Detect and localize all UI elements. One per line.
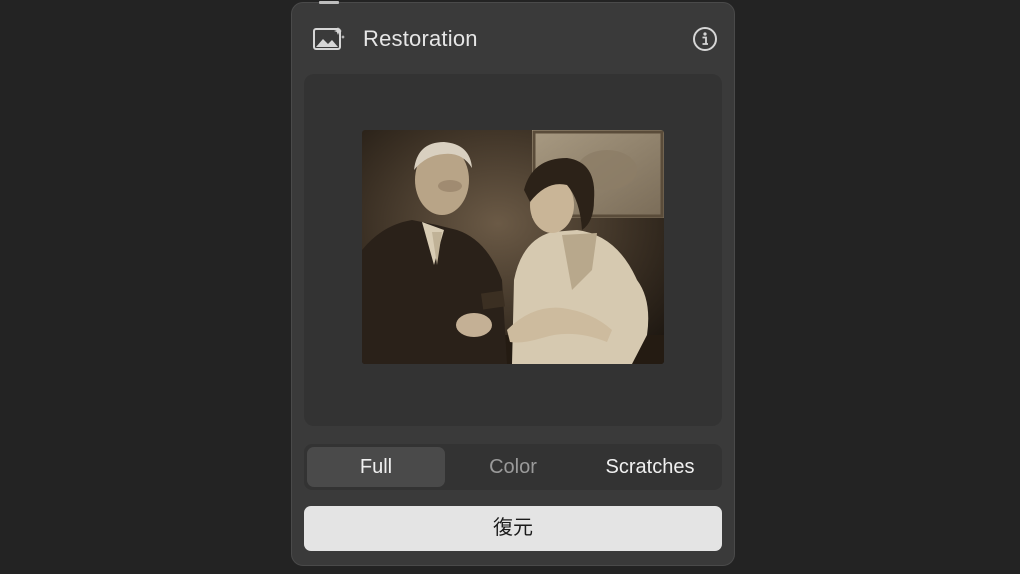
restoration-preview-photo [362,130,664,364]
panel-grabber[interactable] [319,1,339,4]
photo-sparkle-icon [313,27,345,50]
info-icon[interactable] [692,26,718,52]
mode-color-segment[interactable]: Color [445,447,581,487]
mode-full-segment[interactable]: Full [307,447,445,487]
panel-title: Restoration [363,26,478,51]
app-background: Restoration Full Color Scratches 復元 [0,0,1020,574]
restoration-panel: Restoration Full Color Scratches 復元 [291,1,735,566]
restore-button[interactable]: 復元 [304,506,722,551]
preview-well [304,74,722,426]
mode-scratches-segment[interactable]: Scratches [581,447,719,487]
restoration-mode-selector: Full Color Scratches [304,444,722,490]
panel-header: Restoration [292,21,734,61]
